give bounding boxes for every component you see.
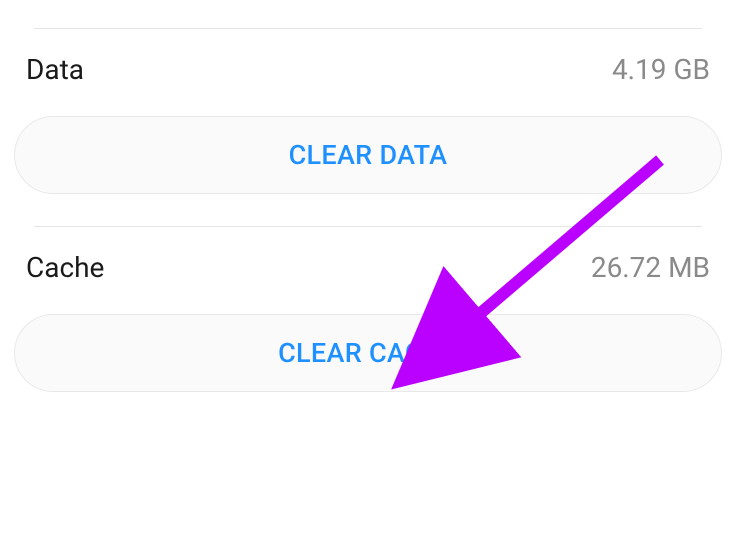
cache-value: 26.72 MB: [591, 251, 710, 284]
data-label: Data: [26, 53, 84, 86]
clear-data-button[interactable]: CLEAR DATA: [14, 116, 722, 194]
cache-row: Cache 26.72 MB: [14, 227, 722, 308]
clear-cache-button[interactable]: CLEAR CACHE: [14, 314, 722, 392]
cache-label: Cache: [26, 251, 104, 284]
storage-settings-panel: Data 4.19 GB CLEAR DATA Cache 26.72 MB C…: [0, 0, 736, 392]
data-value: 4.19 GB: [612, 53, 710, 86]
data-row: Data 4.19 GB: [14, 29, 722, 110]
